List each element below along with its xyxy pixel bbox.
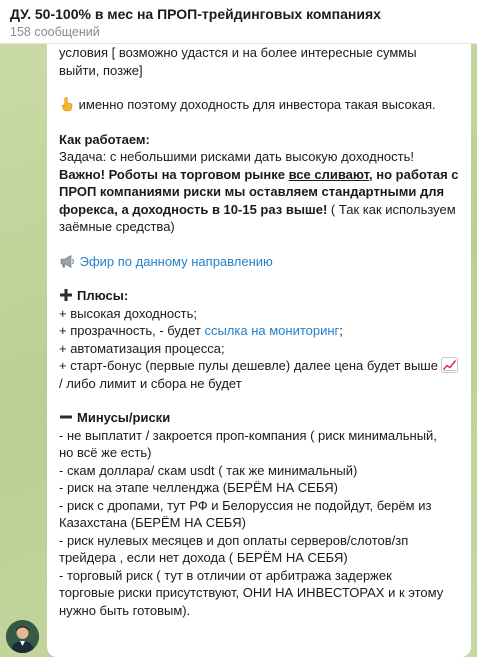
underlined-text: все сливают xyxy=(288,166,370,182)
text-line: выйти, позже] xyxy=(59,62,143,78)
text-fragment: + прозрачность, - будет xyxy=(59,323,205,338)
efir-link[interactable]: Эфир по данному направлению xyxy=(80,254,273,269)
text-line: + автоматизация процесса; xyxy=(59,340,225,356)
text-line: нужно быть готовым). xyxy=(59,602,191,618)
chat-header[interactable]: ДУ. 50-100% в мес на ПРОП-трейдинговых к… xyxy=(0,0,477,44)
message-count: 158 сообщений xyxy=(10,25,100,39)
text-line: - скам доллара/ скам usdt ( так же миним… xyxy=(59,462,358,478)
text-line: - торговый риск ( тут в отличии от арбит… xyxy=(59,567,392,583)
text-line: но всё же есть) xyxy=(59,445,152,460)
text-line: Эфир по данному направлению xyxy=(59,253,461,271)
chart-up-icon xyxy=(440,357,458,373)
text-fragment: Важно! Роботы на торговом рынке xyxy=(59,166,289,182)
text-fragment: + старт-бонус (первые пулы дешевле) дале… xyxy=(59,358,438,373)
text-line: именно поэтому доходность для инвестора … xyxy=(59,96,461,114)
text-line: - риск нулевых месяцев и доп оплаты серв… xyxy=(59,532,409,548)
section-title-minus: Минусы/риски xyxy=(59,409,461,427)
text-line: / либо лимит и сбора не будет xyxy=(59,375,242,391)
megaphone-icon xyxy=(60,254,74,268)
text-line: Важно! Роботы на торговом рынке все слив… xyxy=(59,166,461,184)
text-line: - риск на этапе челленджа (БЕРЁМ НА СЕБЯ… xyxy=(59,480,338,495)
text-line: торговые риски присутствуют, ОНИ НА ИНВЕ… xyxy=(59,585,444,600)
text-fragment: ( Так как используем xyxy=(327,201,456,217)
message-bubble[interactable]: условия [ возможно удастся и на более ин… xyxy=(47,28,471,657)
text-fragment: Плюсы: xyxy=(77,288,129,303)
text-line: + старт-бонус (первые пулы дешевле) дале… xyxy=(59,357,461,375)
text-line: Казахстана (БЕРЁМ НА СЕБЯ) xyxy=(59,515,246,530)
monitoring-link[interactable]: ссылка на мониторинг xyxy=(204,323,339,338)
pointing-hand-icon xyxy=(61,97,73,112)
text-line: - риск с дропами, тут РФ и Белоруссия не… xyxy=(59,497,432,513)
minus-icon xyxy=(60,415,72,419)
text-fragment: именно поэтому доходность для инвестора … xyxy=(78,97,436,112)
text-line: трейдера , если нет дохода ( БЕРЁМ НА СЕ… xyxy=(59,550,348,565)
chat-title: ДУ. 50-100% в мес на ПРОП-трейдинговых к… xyxy=(10,6,381,22)
text-fragment: ; xyxy=(339,323,343,338)
text-line: + прозрачность, - будет ссылка на монито… xyxy=(59,322,461,340)
text-line: - не выплатит / закроется проп-компания … xyxy=(59,427,437,443)
text-line: заёмные средства) xyxy=(59,219,175,234)
text-fragment: , но работая с xyxy=(369,166,459,182)
plus-icon xyxy=(60,289,72,301)
text-line: Задача: с небольшими рисками дать высоку… xyxy=(59,149,414,164)
text-line: + высокая доходность; xyxy=(59,305,197,321)
text-fragment: Минусы/риски xyxy=(77,410,171,425)
section-title-how: Как работаем: xyxy=(59,131,150,147)
section-title-plus: Плюсы: xyxy=(59,287,461,305)
text-line: ПРОП компаниями риски мы оставляем станд… xyxy=(59,184,445,199)
text-line: форекса, а доходность в 10-15 раз выше! … xyxy=(59,201,461,219)
text-line: условия [ возможно удастся и на более ин… xyxy=(59,45,417,60)
avatar[interactable] xyxy=(6,620,39,653)
text-fragment: форекса, а доходность в 10-15 раз выше! xyxy=(59,201,328,217)
person-avatar-icon xyxy=(6,620,39,653)
